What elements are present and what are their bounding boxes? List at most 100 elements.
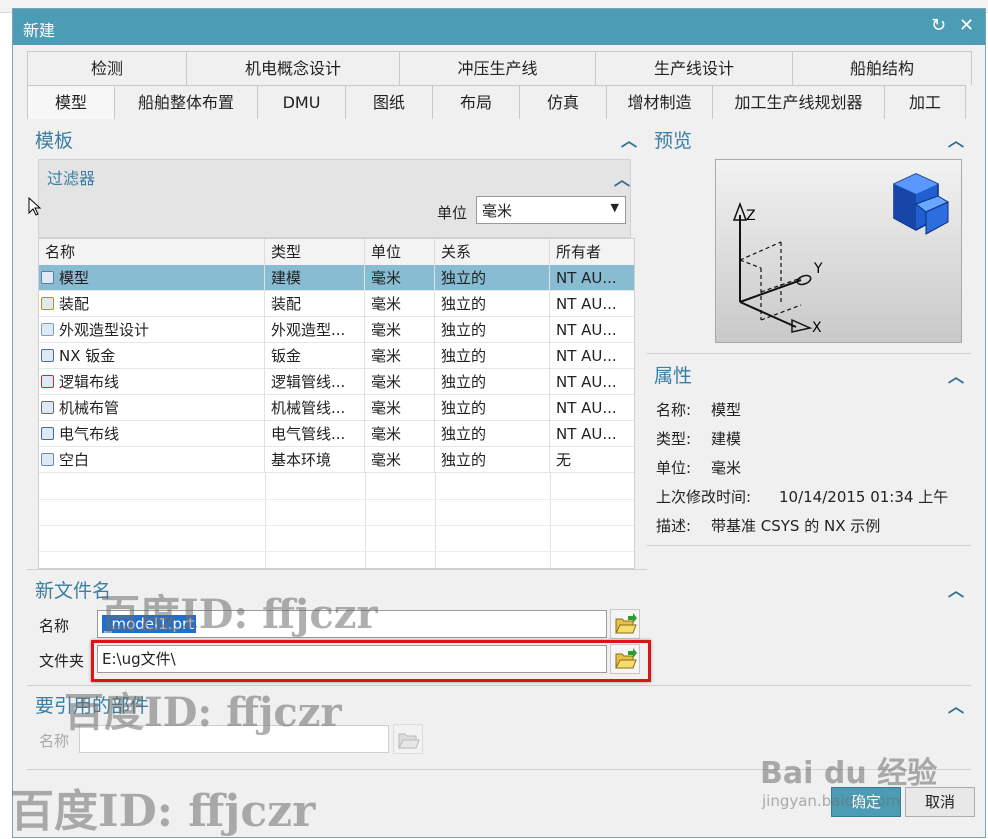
col-relation[interactable]: 关系 [435,239,550,265]
cell-text: 独立的 [441,399,487,417]
cancel-button[interactable]: 取消 [905,787,975,817]
file-name-value: _model1.prt [102,615,197,633]
table-cell: 独立的 [435,395,550,421]
template-table: 名称 类型 单位 关系 所有者 模型 建模 毫米 独立的 NT AU... 装配 装配 毫米独… [38,238,635,569]
cell-text: 装配 [271,295,302,313]
grid-line [435,473,436,568]
ok-button[interactable]: 确定 [831,787,901,817]
cell-text: 独立的 [441,347,487,365]
ref-part-section-title: 要引用的部件 [35,695,150,717]
file-name-label: 名称 [39,617,70,635]
table-cell: NT AU... [550,265,634,291]
cell-text: 独立的 [441,295,487,313]
refresh-icon[interactable]: ↻ [931,15,946,36]
cell-text: 机械布管 [59,399,120,417]
table-cell: 逻辑布线 [39,369,265,395]
grid-line [39,499,634,500]
cell-text: 机械管线... [271,399,346,417]
close-icon[interactable]: ✕ [959,15,974,36]
table-cell: 独立的 [435,291,550,317]
unit-select[interactable]: 毫米 ▼ [476,196,626,224]
folder-open-icon [615,613,637,634]
col-owner[interactable]: 所有者 [550,239,634,265]
template-collapse-icon[interactable]: ︿ [621,127,637,151]
table-row[interactable]: 逻辑布线 逻辑管线... 毫米 独立的 NT AU... [39,369,634,395]
mouse-cursor-icon [28,197,42,216]
template-icon [41,427,54,440]
tab-layout[interactable]: 布局 [432,85,520,119]
grid-line [365,473,366,568]
table-cell: 毫米 [365,421,435,447]
properties-section-title: 属性 [654,365,693,387]
preview-collapse-icon[interactable]: ︿ [948,127,964,151]
browse-name-button[interactable] [610,609,640,639]
table-row[interactable]: 模型 建模 毫米 独立的 NT AU... [39,265,634,291]
divider [27,685,971,686]
tab-machining-line-planner[interactable]: 加工生产线规划器 [712,85,885,119]
cell-text: NT AU... [556,321,617,339]
cell-text: 逻辑布线 [59,373,120,391]
new-file-collapse-icon[interactable]: ︿ [948,577,964,601]
cell-text: 独立的 [441,425,487,443]
table-row[interactable]: 电气布线 电气管线... 毫米 独立的 NT AU... [39,421,634,447]
table-cell: 毫米 [365,369,435,395]
col-type[interactable]: 类型 [265,239,365,265]
table-cell: NT AU... [550,291,634,317]
axis-z-label: Z [746,208,756,224]
tab-drawing[interactable]: 图纸 [345,85,433,119]
table-row[interactable]: NX 钣金 钣金 毫米 独立的 NT AU... [39,343,634,369]
filter-title: 过滤器 [47,169,96,188]
table-row[interactable]: 外观造型设计 外观造型... 毫米 独立的 NT AU... [39,317,634,343]
table-row[interactable]: 空白 基本环境 毫米 独立的 无 [39,447,634,473]
col-name[interactable]: 名称 [39,239,265,265]
tab-machining[interactable]: 加工 [884,85,966,119]
table-cell: 独立的 [435,343,550,369]
tab-model[interactable]: 模型 [27,85,115,119]
template-section-title: 模板 [35,130,74,152]
cell-text: 模型 [59,269,90,287]
new-file-section-title: 新文件名 [35,580,112,602]
tab-ship-layout[interactable]: 船舶整体布置 [114,85,258,119]
ref-name-input[interactable] [79,725,389,753]
browse-ref-button[interactable] [393,724,423,754]
cell-text: 钣金 [271,347,302,365]
tab-row-2: 模型 船舶整体布置 DMU 图纸 布局 仿真 增材制造 加工生产线规划器 加工 [27,85,966,119]
cell-text: 毫米 [371,321,402,339]
tab-ship-structure[interactable]: 船舶结构 [792,51,972,85]
col-unit[interactable]: 单位 [365,239,435,265]
grid-line [39,525,634,526]
table-cell: 独立的 [435,265,550,291]
table-cell: 无 [550,447,634,473]
tab-inspection[interactable]: 检测 [27,51,187,85]
filter-collapse-icon[interactable]: ︿ [614,166,630,190]
table-cell: 机械布管 [39,395,265,421]
table-cell: 毫米 [365,291,435,317]
tab-mechatronics[interactable]: 机电概念设计 [186,51,400,85]
cell-text: NT AU... [556,347,617,365]
table-cell: 装配 [39,291,265,317]
table-row[interactable]: 装配 装配 毫米 独立的 NT AU... [39,291,634,317]
ref-part-collapse-icon[interactable]: ︿ [948,693,964,717]
table-row[interactable]: 机械布管 机械管线... 毫米 独立的 NT AU... [39,395,634,421]
unit-select-value: 毫米 [482,202,513,220]
file-name-input[interactable]: _model1.prt [97,610,607,638]
table-cell: 毫米 [365,317,435,343]
table-cell: 独立的 [435,317,550,343]
table-cell: NT AU... [550,421,634,447]
properties-collapse-icon[interactable]: ︿ [948,363,964,387]
prop-type-label: 类型: [656,430,692,448]
tab-line-design[interactable]: 生产线设计 [595,51,793,85]
cell-text: 独立的 [441,373,487,391]
cell-text: 毫米 [371,269,402,287]
prop-desc-value: 带基准 CSYS 的 NX 示例 [711,517,881,535]
tab-simulation[interactable]: 仿真 [519,85,607,119]
cell-text: 电气管线... [271,425,346,443]
divider [27,769,971,770]
cell-text: NT AU... [556,269,617,287]
tab-dmu[interactable]: DMU [257,85,346,119]
prop-name-label: 名称: [656,401,692,419]
cell-text: 建模 [271,269,302,287]
grid-line [550,473,551,568]
tab-additive[interactable]: 增材制造 [606,85,713,119]
tab-stamping-line[interactable]: 冲压生产线 [399,51,596,85]
